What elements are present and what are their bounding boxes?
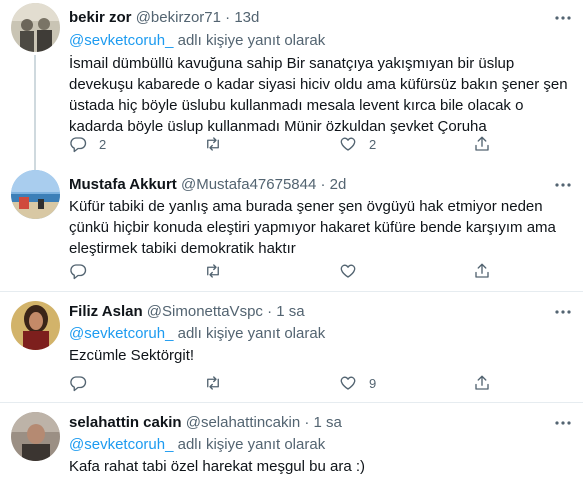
separator-dot: · [304,414,310,431]
more-icon [555,421,571,425]
retweet-button[interactable] [204,261,234,281]
reply-mention-link[interactable]: @sevketcoruh_ [69,436,173,453]
timestamp[interactable]: 1 sa [276,303,304,320]
more-options-button[interactable] [553,176,573,194]
separator-dot: · [267,303,273,320]
timestamp[interactable]: 1 sa [314,414,342,431]
user-handle[interactable]: @SimonettaVspc [147,303,263,320]
reply-context-text: adlı kişiye yanıt olarak [173,325,326,342]
tweet-text-line: eleştirmek tabiki demokratik haktır [69,240,296,257]
timestamp[interactable]: 2d [330,176,347,193]
like-button[interactable]: 2 [339,134,376,154]
reply-context: @sevketcoruh_ adlı kişiye yanıt olarak [69,435,325,454]
like-icon [340,137,356,151]
reply-context-text: adlı kişiye yanıt olarak [173,436,326,453]
avatar[interactable] [11,3,60,52]
tweet-header: bekir zor @bekirzor71 · 13d [69,9,259,27]
tweet-text: Küfür tabiki de yanlış ama burada şener … [69,196,569,259]
share-button[interactable] [473,373,491,393]
like-count: 9 [369,375,377,391]
tweet-text-line: Ezcümle Sektörgit! [69,347,195,364]
separator-dot: · [225,9,231,26]
more-options-button[interactable] [553,303,573,321]
reply-icon [70,376,87,392]
display-name[interactable]: Mustafa Akkurt [69,176,177,193]
user-handle[interactable]: @selahattincakin [186,414,300,431]
tweet-divider [0,402,583,403]
retweet-button[interactable] [204,373,234,393]
share-icon [475,136,489,151]
more-options-button[interactable] [553,414,573,432]
like-count: 2 [369,136,377,152]
tweet-actions [69,261,509,281]
retweet-icon [207,376,219,390]
display-name[interactable]: selahattin cakin [69,414,182,431]
retweet-button[interactable] [204,134,234,154]
tweet-text-line: çünkü hiçbir konuda eleştiri yapmıyor ha… [69,219,556,236]
tweet-text-line: Küfür tabiki de yanlış ama burada şener … [69,198,543,215]
avatar[interactable] [11,170,60,219]
reply-button[interactable] [69,261,99,281]
display-name[interactable]: bekir zor [69,9,132,26]
more-icon [555,183,571,187]
tweet-header: Filiz Aslan @SimonettaVspc · 1 sa [69,303,305,321]
display-name[interactable]: Filiz Aslan [69,303,143,320]
reply-mention-link[interactable]: @sevketcoruh_ [69,325,173,342]
timestamp[interactable]: 13d [234,9,259,26]
user-handle[interactable]: @Mustafa47675844 [181,176,316,193]
reply-context-text: adlı kişiye yanıt olarak [173,32,326,49]
like-icon [340,376,356,390]
tweet-header: Mustafa Akkurt @Mustafa47675844 · 2d [69,176,346,194]
share-icon [475,375,489,390]
tweet-actions: 9 [69,373,509,393]
reply-button[interactable] [69,373,99,393]
avatar[interactable] [11,412,60,461]
share-button[interactable] [473,261,491,281]
retweet-icon [207,264,219,278]
tweet-text: Ezcümle Sektörgit! [69,345,569,366]
tweet-text-line: İsmail dümbüllü kavuğuna sahip Bir sanat… [69,55,515,72]
more-icon [555,16,571,20]
reply-icon [70,264,87,280]
more-icon [555,310,571,314]
like-button[interactable]: 9 [339,373,376,393]
user-handle[interactable]: @bekirzor71 [136,9,221,26]
tweet-text: Kafa rahat tabi özel harekat meşgul bu a… [69,456,569,477]
thread-line [34,55,36,173]
separator-dot: · [320,176,326,193]
like-button[interactable] [339,261,369,281]
tweet-text: İsmail dümbüllü kavuğuna sahip Bir sanat… [69,53,569,137]
reply-mention-link[interactable]: @sevketcoruh_ [69,32,173,49]
reply-button[interactable]: 2 [69,134,106,154]
more-options-button[interactable] [553,9,573,27]
tweet-divider [0,291,583,292]
tweet-text-line: Kafa rahat tabi özel harekat meşgul bu a… [69,458,366,475]
tweet-header: selahattin cakin @selahattincakin · 1 sa [69,414,342,432]
retweet-icon [207,137,219,151]
avatar[interactable] [11,301,60,350]
reply-context: @sevketcoruh_ adlı kişiye yanıt olarak [69,324,325,343]
tweet-actions: 2 2 [69,134,509,154]
like-icon [340,264,356,278]
reply-context: @sevketcoruh_ adlı kişiye yanıt olarak [69,31,325,50]
share-icon [475,263,489,278]
tweet-text-line: üstada hiç böyle üslubu kullanmadı mesal… [69,97,524,114]
reply-count: 2 [99,136,107,152]
share-button[interactable] [473,134,491,154]
tweet-text-line: devekuşu kabarede o kadar siyasi hiciv o… [69,76,568,93]
reply-icon [70,137,87,153]
